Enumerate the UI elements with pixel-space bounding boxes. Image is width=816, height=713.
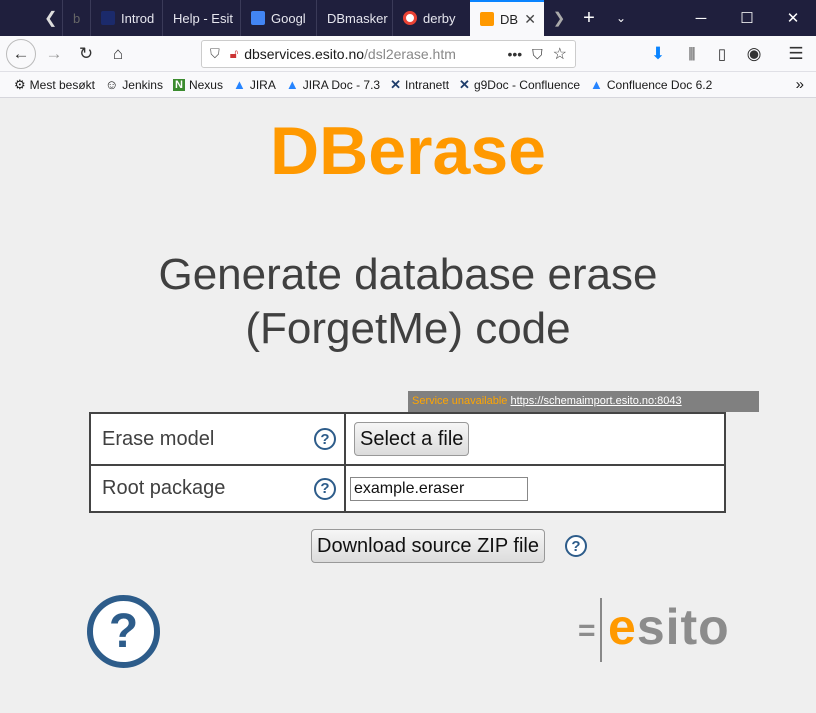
shield-icon[interactable]: ⛉ [210, 46, 220, 62]
subtitle-line-2: (ForgetMe) code [245, 304, 571, 353]
page-title: DBerase [270, 113, 546, 189]
tab-1[interactable]: Introd [90, 0, 162, 36]
back-arrow-icon[interactable]: ← [6, 39, 36, 69]
insecure-lock-icon[interactable]: 🔓︎ [230, 46, 238, 62]
nexus-icon: N [172, 78, 185, 91]
bookmark-jenkins[interactable]: ☺ Jenkins [105, 77, 163, 92]
tab-list-chevron-down-icon[interactable]: ⌄ [604, 0, 638, 36]
logo-equals-mark: = [578, 614, 596, 647]
bookmark-nexus[interactable]: N Nexus [172, 77, 223, 92]
tab-label: b [73, 10, 81, 26]
bookmark-jira-doc[interactable]: ▲ JIRA Doc - 7.3 [286, 77, 380, 92]
sidebar-icon[interactable]: ▯ [708, 40, 736, 68]
url-bar[interactable]: ⛉ 🔓︎ dbservices.esito.no/dsl2erase.htm •… [201, 40, 576, 68]
google-translate-icon [251, 11, 265, 25]
tab-scroll-right-icon[interactable]: ❯ [544, 0, 574, 36]
reload-icon[interactable]: ↻ [72, 40, 100, 68]
tab-2[interactable]: Help - Esit [162, 0, 240, 36]
bookmark-label: Mest besøkt [29, 77, 96, 92]
library-icon[interactable]: ⫼ [678, 40, 706, 68]
erase-model-input-cell: Select a file [344, 412, 726, 466]
maximize-icon[interactable]: ☐ [724, 0, 770, 36]
account-icon[interactable]: ◉ [740, 40, 768, 68]
jira-icon: ▲ [232, 77, 246, 92]
more-bookmarks-chevron-icon[interactable]: » [796, 76, 804, 93]
root-package-label: Root package [102, 477, 226, 499]
bookmarks-toolbar: ⚙ Mest besøkt ☺ Jenkins N Nexus ▲ JIRA ▲… [0, 72, 816, 98]
atlassian-icon: ▲ [285, 77, 299, 92]
root-package-input[interactable] [350, 476, 528, 501]
service-status-text: Service unavailable [412, 395, 508, 407]
atlassian-icon: ▲ [590, 77, 603, 92]
new-tab-icon[interactable]: + [574, 0, 604, 36]
close-tab-icon[interactable]: ✕ [524, 11, 536, 28]
root-package-help-icon[interactable]: ? [314, 477, 336, 500]
tab-5[interactable]: derby [392, 0, 468, 36]
tab-label: DBmasker [327, 10, 388, 26]
bookmark-confluence-doc[interactable]: ▲ Confluence Doc 6.2 [590, 77, 712, 92]
subtitle-line-1: Generate database erase [158, 250, 658, 299]
gear-icon: ⚙ [14, 76, 26, 92]
google-icon [403, 11, 417, 25]
download-help-icon[interactable]: ? [565, 535, 587, 557]
tab-favicon-icon [480, 12, 494, 26]
root-package-input-cell [344, 464, 726, 513]
tab-label: Help - Esit [173, 10, 233, 26]
root-package-cell: Root package ? [89, 464, 346, 513]
tab-label: Introd [121, 10, 155, 26]
bookmark-g9doc[interactable]: ✕ g9Doc - Confluence [459, 77, 580, 93]
tab-3[interactable]: Googl [240, 0, 316, 36]
bookmark-label: Jenkins [122, 77, 163, 92]
url-path: /dsl2erase.htm [364, 46, 456, 62]
service-status-bar: Service unavailable https://schemaimport… [408, 391, 759, 412]
hamburger-menu-icon[interactable]: ☰ [782, 40, 810, 68]
pocket-icon[interactable]: ⛉ [532, 46, 543, 63]
jenkins-icon: ☺ [105, 77, 119, 92]
confluence-icon: ✕ [390, 76, 401, 92]
bookmark-label: Nexus [188, 77, 223, 92]
page-content: DBerase Generate database erase (ForgetM… [0, 98, 816, 713]
bookmark-label: g9Doc - Confluence [473, 77, 580, 92]
tab-active[interactable]: DB ✕ [470, 0, 544, 36]
bookmark-label: Confluence Doc 6.2 [606, 77, 713, 92]
bookmark-label: Intranett [405, 77, 450, 92]
logo-wordmark: esito [608, 599, 730, 655]
tab-label: Googl [271, 10, 306, 26]
erase-model-cell: Erase model ? [89, 412, 346, 466]
tab-label: DB [500, 11, 519, 27]
erase-model-label: Erase model [102, 427, 215, 450]
bookmark-jira[interactable]: ▲ JIRA [233, 77, 276, 92]
bookmark-mest-besokt[interactable]: ⚙ Mest besøkt [14, 77, 95, 93]
service-status-link[interactable]: https://schemaimport.esito.no:8043 [510, 395, 681, 407]
download-zip-button[interactable]: Download source ZIP file [311, 529, 545, 563]
tab-scroll-left-icon[interactable]: ❮ [44, 8, 57, 28]
form-row-erase-model: Erase model ? Select a file [89, 412, 726, 466]
form-row-root-package: Root package ? [89, 464, 726, 513]
browser-titlebar: ❮ b Introd Help - Esit Googl DBmasker de… [0, 0, 816, 36]
download-icon[interactable]: ⬇ [644, 40, 672, 68]
url-host: dbservices.esito.no [244, 46, 365, 62]
navigation-bar: ← → ↻ ⌂ ⛉ 🔓︎ dbservices.esito.no/dsl2era… [0, 36, 816, 72]
tab-label: derby [423, 10, 456, 26]
page-subtitle: Generate database erase (ForgetMe) code [100, 248, 716, 356]
bookmark-label: JIRA Doc - 7.3 [302, 77, 381, 92]
erase-model-help-icon[interactable]: ? [314, 428, 336, 450]
home-icon[interactable]: ⌂ [104, 40, 132, 68]
tab-0[interactable]: b [62, 0, 90, 36]
bookmark-label: JIRA [249, 77, 276, 92]
confluence-icon: ✕ [459, 76, 470, 92]
bookmark-intranett[interactable]: ✕ Intranett [390, 77, 449, 93]
erase-form-table: Erase model ? Select a file Root package… [89, 412, 726, 513]
tab-favicon-icon [101, 11, 115, 25]
esito-logo: = esito [578, 598, 748, 664]
forward-arrow-icon[interactable]: → [40, 40, 68, 68]
large-help-icon[interactable]: ? [87, 595, 160, 668]
logo-divider [600, 598, 602, 662]
page-actions-icon[interactable]: ••• [507, 46, 522, 62]
select-file-button[interactable]: Select a file [354, 422, 470, 456]
bookmark-star-icon[interactable]: ☆ [553, 44, 567, 64]
minimize-icon[interactable]: ─ [678, 0, 724, 36]
close-window-icon[interactable]: ✕ [770, 0, 816, 36]
tab-4[interactable]: DBmasker [316, 0, 392, 36]
